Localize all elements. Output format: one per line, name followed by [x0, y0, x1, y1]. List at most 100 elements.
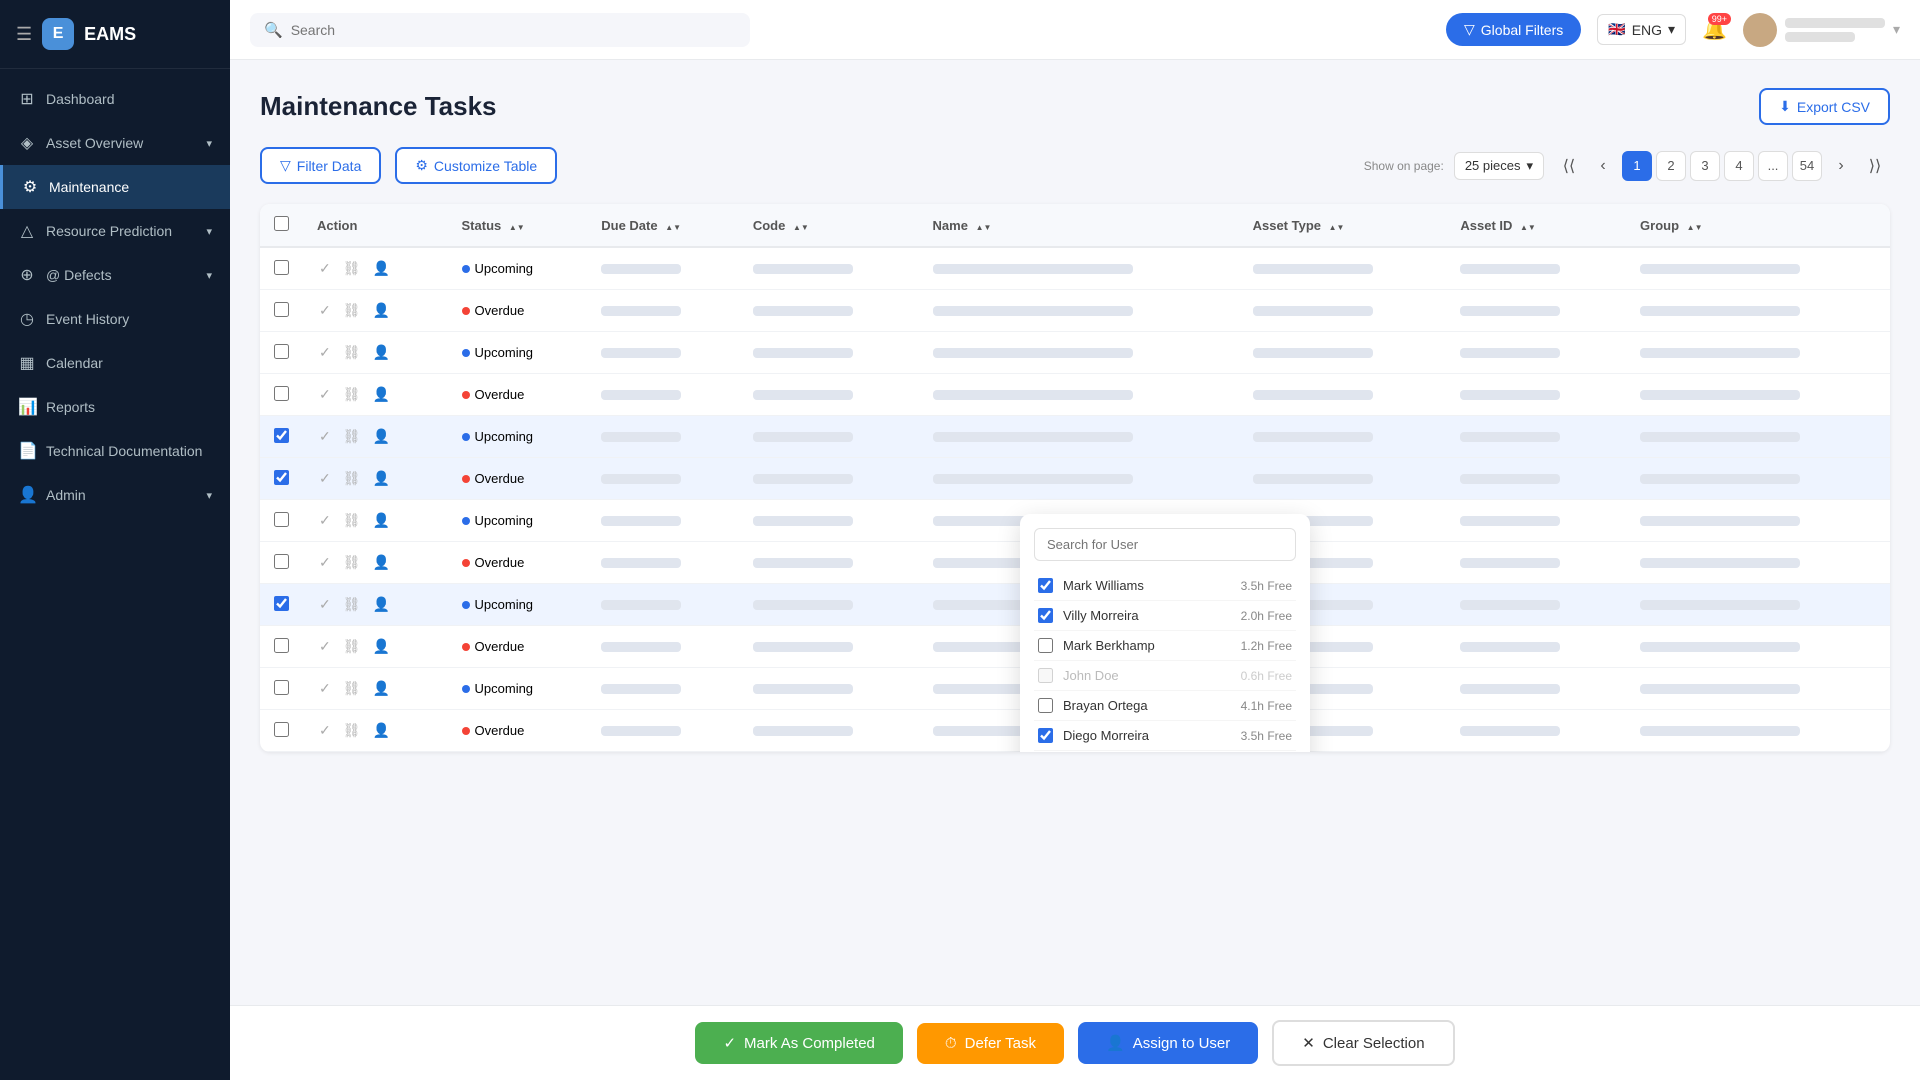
next-page-button[interactable]: ›	[1826, 151, 1856, 181]
customize-table-button[interactable]: ⚙ Customize Table	[395, 147, 557, 184]
user-list-item[interactable]: Mark Williams 3.5h Free	[1034, 571, 1296, 601]
row-checkbox-cell[interactable]	[260, 710, 303, 752]
user-list-item[interactable]: Brayan Ortega 4.1h Free	[1034, 691, 1296, 721]
person-action-icon[interactable]: 👤	[371, 468, 392, 489]
page-button-3[interactable]: 3	[1690, 151, 1720, 181]
person-action-icon[interactable]: 👤	[371, 594, 392, 615]
search-box[interactable]: 🔍	[250, 13, 750, 47]
check-action-icon[interactable]: ✓	[317, 720, 333, 741]
sidebar-item-reports[interactable]: 📊 Reports	[0, 385, 230, 429]
row-checkbox-cell[interactable]	[260, 668, 303, 710]
link-action-icon[interactable]: ⛓	[341, 720, 363, 741]
check-action-icon[interactable]: ✓	[317, 636, 333, 657]
row-checkbox[interactable]	[274, 596, 289, 611]
sidebar-item-defects[interactable]: ⊕ @ Defects ▾	[0, 253, 230, 297]
link-action-icon[interactable]: ⛓	[341, 426, 363, 447]
check-action-icon[interactable]: ✓	[317, 426, 333, 447]
row-checkbox[interactable]	[274, 302, 289, 317]
defer-task-button[interactable]: ⏱ Defer Task	[917, 1023, 1064, 1064]
person-action-icon[interactable]: 👤	[371, 552, 392, 573]
person-action-icon[interactable]: 👤	[371, 426, 392, 447]
person-action-icon[interactable]: 👤	[371, 258, 392, 279]
user-checkbox[interactable]	[1038, 608, 1053, 623]
page-button-4[interactable]: 4	[1724, 151, 1754, 181]
search-input[interactable]	[291, 22, 736, 38]
link-action-icon[interactable]: ⛓	[341, 510, 363, 531]
global-filters-button[interactable]: ▽ Global Filters	[1446, 13, 1581, 46]
check-action-icon[interactable]: ✓	[317, 468, 333, 489]
export-csv-button[interactable]: ⬇ Export CSV	[1759, 88, 1890, 125]
sidebar-item-event-history[interactable]: ◷ Event History	[0, 297, 230, 341]
link-action-icon[interactable]: ⛓	[341, 636, 363, 657]
sidebar-item-dashboard[interactable]: ⊞ Dashboard	[0, 77, 230, 121]
link-action-icon[interactable]: ⛓	[341, 678, 363, 699]
link-action-icon[interactable]: ⛓	[341, 258, 363, 279]
row-checkbox[interactable]	[274, 722, 289, 737]
row-checkbox[interactable]	[274, 680, 289, 695]
page-button-2[interactable]: 2	[1656, 151, 1686, 181]
select-all-checkbox[interactable]	[274, 216, 289, 231]
check-action-icon[interactable]: ✓	[317, 342, 333, 363]
link-action-icon[interactable]: ⛓	[341, 384, 363, 405]
sidebar-item-resource-prediction[interactable]: △ Resource Prediction ▾	[0, 209, 230, 253]
row-checkbox[interactable]	[274, 428, 289, 443]
check-action-icon[interactable]: ✓	[317, 510, 333, 531]
check-action-icon[interactable]: ✓	[317, 678, 333, 699]
page-button-1[interactable]: 1	[1622, 151, 1652, 181]
filter-data-button[interactable]: ▽ Filter Data	[260, 147, 381, 184]
select-all-header[interactable]	[260, 204, 303, 247]
row-checkbox[interactable]	[274, 554, 289, 569]
status-column-header[interactable]: Status ▲▼	[448, 204, 588, 247]
check-action-icon[interactable]: ✓	[317, 258, 333, 279]
sidebar-item-admin[interactable]: 👤 Admin ▾	[0, 473, 230, 517]
row-checkbox-cell[interactable]	[260, 584, 303, 626]
name-column-header[interactable]: Name ▲▼	[919, 204, 1239, 247]
row-checkbox[interactable]	[274, 638, 289, 653]
row-checkbox-cell[interactable]	[260, 458, 303, 500]
code-column-header[interactable]: Code ▲▼	[739, 204, 919, 247]
check-action-icon[interactable]: ✓	[317, 594, 333, 615]
user-checkbox[interactable]	[1038, 728, 1053, 743]
person-action-icon[interactable]: 👤	[371, 510, 392, 531]
user-checkbox[interactable]	[1038, 698, 1053, 713]
person-action-icon[interactable]: 👤	[371, 720, 392, 741]
row-checkbox[interactable]	[274, 386, 289, 401]
due-date-column-header[interactable]: Due Date ▲▼	[587, 204, 739, 247]
last-page-button[interactable]: ⟩⟩	[1860, 151, 1890, 181]
sidebar-item-technical-docs[interactable]: 📄 Technical Documentation	[0, 429, 230, 473]
clear-selection-button[interactable]: ✕ Clear Selection	[1272, 1020, 1454, 1066]
user-list-item[interactable]: Villy Morreira 2.0h Free	[1034, 751, 1296, 752]
link-action-icon[interactable]: ⛓	[341, 342, 363, 363]
person-action-icon[interactable]: 👤	[371, 678, 392, 699]
first-page-button[interactable]: ⟨⟨	[1554, 151, 1584, 181]
user-list-item[interactable]: Mark Berkhamp 1.2h Free	[1034, 631, 1296, 661]
row-checkbox[interactable]	[274, 512, 289, 527]
person-action-icon[interactable]: 👤	[371, 300, 392, 321]
row-checkbox-cell[interactable]	[260, 500, 303, 542]
row-checkbox[interactable]	[274, 260, 289, 275]
check-action-icon[interactable]: ✓	[317, 300, 333, 321]
mark-completed-button[interactable]: ✓ Mark As Completed	[695, 1022, 902, 1064]
sidebar-item-maintenance[interactable]: ⚙ Maintenance	[0, 165, 230, 209]
row-checkbox-cell[interactable]	[260, 374, 303, 416]
link-action-icon[interactable]: ⛓	[341, 594, 363, 615]
page-button-last[interactable]: 54	[1792, 151, 1822, 181]
link-action-icon[interactable]: ⛓	[341, 468, 363, 489]
user-search-input[interactable]	[1034, 528, 1296, 561]
user-list-item[interactable]: Villy Morreira 2.0h Free	[1034, 601, 1296, 631]
language-selector[interactable]: 🇬🇧 ENG ▾	[1597, 14, 1686, 45]
user-checkbox[interactable]	[1038, 578, 1053, 593]
row-checkbox-cell[interactable]	[260, 542, 303, 584]
row-checkbox-cell[interactable]	[260, 626, 303, 668]
link-action-icon[interactable]: ⛓	[341, 552, 363, 573]
person-action-icon[interactable]: 👤	[371, 384, 392, 405]
user-list-item[interactable]: John Doe 0.6h Free	[1034, 661, 1296, 691]
user-checkbox[interactable]	[1038, 668, 1053, 683]
user-list-item[interactable]: Diego Morreira 3.5h Free	[1034, 721, 1296, 751]
row-checkbox-cell[interactable]	[260, 247, 303, 290]
asset-type-column-header[interactable]: Asset Type ▲▼	[1239, 204, 1447, 247]
notifications-button[interactable]: 🔔 99+	[1702, 17, 1727, 42]
row-checkbox[interactable]	[274, 470, 289, 485]
asset-id-column-header[interactable]: Asset ID ▲▼	[1446, 204, 1626, 247]
row-checkbox-cell[interactable]	[260, 416, 303, 458]
